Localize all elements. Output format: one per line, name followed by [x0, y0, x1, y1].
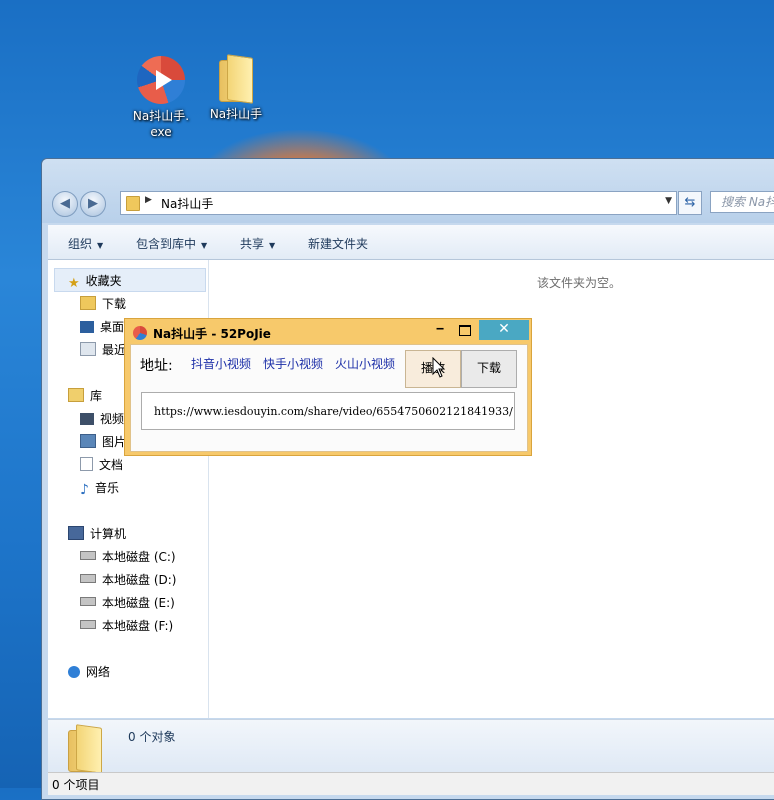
include-library-menu[interactable]: 包含到库中 ▼: [136, 235, 207, 252]
computer-icon: [68, 526, 84, 540]
status-text: 0 个项目: [52, 778, 100, 792]
nav-network[interactable]: 网络: [68, 663, 110, 680]
download-folder-icon: [80, 296, 96, 310]
star-icon: ★: [68, 276, 80, 291]
command-bar: 组织 ▼ 包含到库中 ▼ 共享 ▼ 新建文件夹: [48, 225, 774, 260]
nav-desktop[interactable]: 桌面: [80, 318, 124, 335]
nav-music[interactable]: ♪ 音乐: [80, 479, 119, 498]
app-disc-icon: [133, 326, 147, 340]
search-input[interactable]: 搜索 Na抖: [710, 191, 774, 213]
nav-favorites[interactable]: ★ 收藏夹: [68, 272, 122, 291]
explorer-window: ◀ ▶ ▼ ▶ Na抖山手 ▼ ⇆ 搜索 Na抖 组织▼ 包含到库中▼ 共享▼ …: [41, 158, 774, 800]
back-button[interactable]: ◀: [52, 191, 78, 217]
address-dropdown-icon[interactable]: ▼: [665, 196, 672, 206]
dialog-title: Na抖山手 - 52PoJie: [153, 327, 271, 341]
network-icon: [68, 666, 80, 678]
share-menu[interactable]: 共享 ▼: [240, 235, 275, 252]
item-count: 0 个对象: [128, 730, 176, 744]
nav-drive-f[interactable]: 本地磁盘 (F:): [80, 617, 173, 634]
status-bar: 0 个项目: [48, 772, 774, 795]
chevron-down-icon: ▼: [97, 241, 104, 250]
drive-icon: [80, 597, 96, 606]
desktop-icon-folder[interactable]: Na抖山手: [201, 54, 271, 122]
breadcrumb[interactable]: Na抖山手: [161, 195, 213, 212]
app-disc-icon: [137, 56, 185, 104]
system-drive-icon: [80, 551, 96, 560]
chevron-down-icon: ▼: [201, 241, 208, 250]
minimize-button[interactable]: ‒: [431, 321, 449, 341]
breadcrumb-separator-icon: ▶: [145, 195, 152, 205]
download-button[interactable]: 下载: [461, 350, 517, 388]
nav-downloads[interactable]: 下载: [80, 295, 126, 312]
picture-icon: [80, 434, 96, 448]
huoshan-link[interactable]: 火山小视频: [335, 355, 395, 372]
nav-recent[interactable]: 最近: [80, 341, 126, 358]
document-icon: [80, 457, 93, 471]
library-icon: [68, 388, 84, 402]
desktop-icon-label: Na抖山手: [209, 107, 263, 121]
maximize-button[interactable]: [455, 321, 475, 341]
url-input[interactable]: https://www.iesdouyin.com/share/video/65…: [141, 392, 515, 430]
dialog-body: 地址: 抖音小视频 快手小视频 火山小视频 播放 下载 https://www.…: [130, 344, 528, 452]
empty-folder-message: 该文件夹为空。: [537, 276, 622, 290]
organize-menu[interactable]: 组织 ▼: [68, 235, 103, 252]
nav-drive-d[interactable]: 本地磁盘 (D:): [80, 571, 176, 588]
mouse-pointer-icon: [432, 357, 446, 378]
address-bar[interactable]: ▶ Na抖山手 ▼: [120, 191, 677, 215]
close-button[interactable]: ✕: [479, 320, 529, 340]
music-icon: ♪: [80, 482, 89, 498]
folder-icon: [68, 724, 102, 774]
douyin-link[interactable]: 抖音小视频: [191, 355, 251, 372]
downloader-dialog: Na抖山手 - 52PoJie ‒ ✕ 地址: 抖音小视频 快手小视频 火山小视…: [124, 318, 532, 456]
new-folder-button[interactable]: 新建文件夹: [308, 235, 368, 252]
nav-drive-c[interactable]: 本地磁盘 (C:): [80, 548, 176, 565]
kuaishou-link[interactable]: 快手小视频: [263, 355, 323, 372]
nav-libraries[interactable]: 库: [68, 387, 102, 404]
desktop-icon-label: Na抖山手. exe: [132, 109, 190, 139]
address-label: 地址:: [140, 358, 173, 374]
chevron-down-icon: ▼: [269, 241, 276, 250]
drive-icon: [80, 574, 96, 583]
desktop-icon: [80, 321, 94, 333]
refresh-button[interactable]: ⇆: [678, 191, 702, 215]
nav-pictures[interactable]: 图片: [80, 433, 126, 450]
maximize-icon: [459, 325, 471, 336]
drive-icon: [80, 620, 96, 629]
folder-icon: [126, 196, 140, 211]
recent-places-icon: [80, 342, 96, 356]
nav-computer[interactable]: 计算机: [68, 525, 126, 542]
desktop-icon-exe[interactable]: Na抖山手. exe: [126, 56, 196, 140]
nav-videos[interactable]: 视频: [80, 410, 124, 427]
folder-icon: [219, 54, 253, 104]
nav-drive-e[interactable]: 本地磁盘 (E:): [80, 594, 175, 611]
nav-documents[interactable]: 文档: [80, 456, 123, 473]
forward-button[interactable]: ▶: [80, 191, 106, 217]
details-pane: 0 个对象: [48, 719, 774, 774]
video-icon: [80, 413, 94, 425]
